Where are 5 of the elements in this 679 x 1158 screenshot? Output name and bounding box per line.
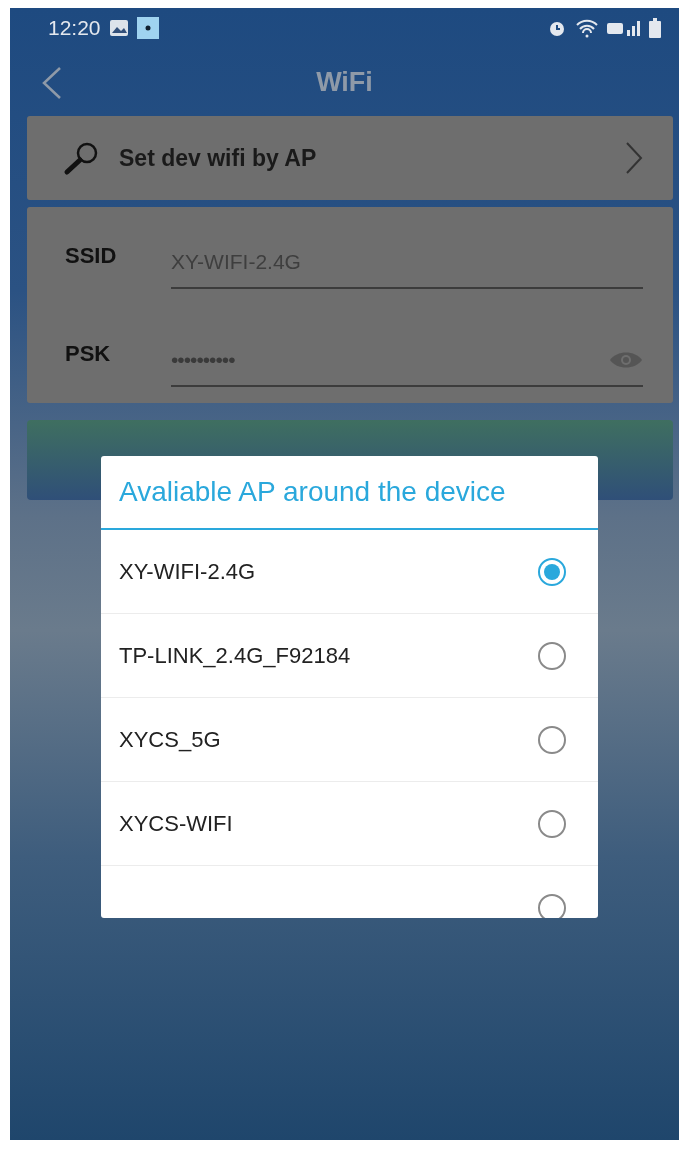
field-label: SSID (65, 243, 118, 269)
page-title: WiFi (316, 66, 373, 98)
status-time: 12:20 (48, 16, 101, 40)
field-label: PSK (65, 341, 112, 367)
dialog-title: Avaliable AP around the device (101, 456, 598, 530)
